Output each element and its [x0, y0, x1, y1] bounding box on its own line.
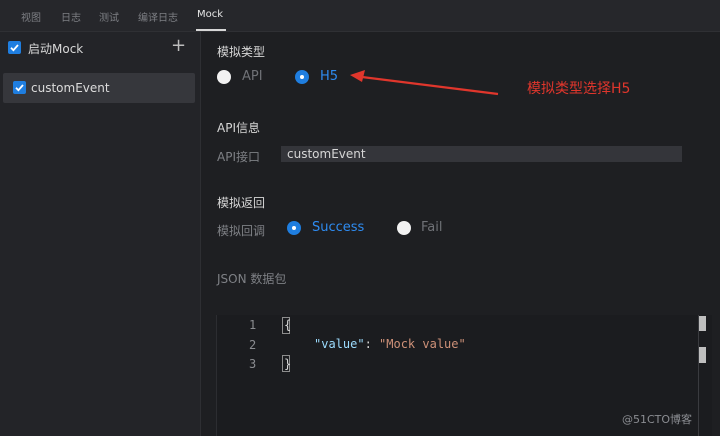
annotation-text: 模拟类型选择H5 [527, 81, 631, 97]
checkmark-icon [15, 84, 24, 92]
item-checkbox[interactable] [13, 81, 26, 94]
mock-type-title: 模拟类型 [217, 45, 266, 59]
close-brace: } [284, 357, 292, 371]
editor-scrollbar-track [698, 315, 699, 436]
api-endpoint-input[interactable]: customEvent [281, 146, 682, 162]
watermark: @51CTO博客 [622, 413, 693, 426]
api-endpoint-label: API接口 [217, 150, 260, 164]
api-info-title: API信息 [217, 121, 260, 135]
mock-return-title: 模拟返回 [217, 196, 266, 210]
json-key: "value" [314, 337, 365, 351]
json-colon: : [364, 337, 380, 351]
plus-icon[interactable]: + [171, 35, 186, 57]
tab-bar: 视图 日志 测试 编译日志 Mock [0, 0, 720, 32]
radio-h5[interactable] [295, 70, 309, 84]
radio-api[interactable] [217, 70, 231, 84]
mock-callback-label: 模拟回调 [217, 224, 266, 238]
active-tab-indicator [196, 29, 226, 31]
line-number: 1 [249, 318, 257, 332]
tab-view[interactable]: 视图 [21, 9, 41, 24]
open-brace: { [284, 318, 292, 332]
line-number: 2 [249, 338, 257, 352]
radio-success-label[interactable]: Success [312, 220, 364, 235]
editor-scrollbar-thumb[interactable] [699, 316, 706, 331]
radio-success[interactable] [287, 221, 301, 235]
json-value: "Mock value" [379, 337, 466, 351]
checkmark-icon [10, 44, 19, 52]
annotation-arrow-icon [350, 70, 499, 96]
enable-mock-label: 启动Mock [28, 42, 84, 56]
tab-test[interactable]: 测试 [99, 9, 119, 24]
tab-mock[interactable]: Mock [197, 9, 223, 20]
radio-h5-label[interactable]: H5 [320, 69, 338, 84]
radio-api-label[interactable]: API [242, 69, 263, 84]
json-line-2: "value": "Mock value" [314, 337, 466, 351]
radio-fail-label[interactable]: Fail [421, 220, 442, 235]
sidebar-item-customevent[interactable]: customEvent [3, 73, 195, 103]
sidebar: 启动Mock + customEvent [0, 32, 201, 436]
json-packet-title: JSON 数据包 [217, 272, 287, 286]
line-number: 3 [249, 357, 257, 371]
tab-log[interactable]: 日志 [61, 9, 81, 24]
sidebar-item-label: customEvent [31, 81, 110, 95]
tab-compile-log[interactable]: 编译日志 [138, 9, 178, 24]
sidebar-header: 启动Mock + [0, 32, 201, 64]
enable-mock-checkbox[interactable] [8, 41, 21, 54]
editor-scrollbar-thumb[interactable] [699, 347, 706, 363]
radio-fail[interactable] [397, 221, 411, 235]
